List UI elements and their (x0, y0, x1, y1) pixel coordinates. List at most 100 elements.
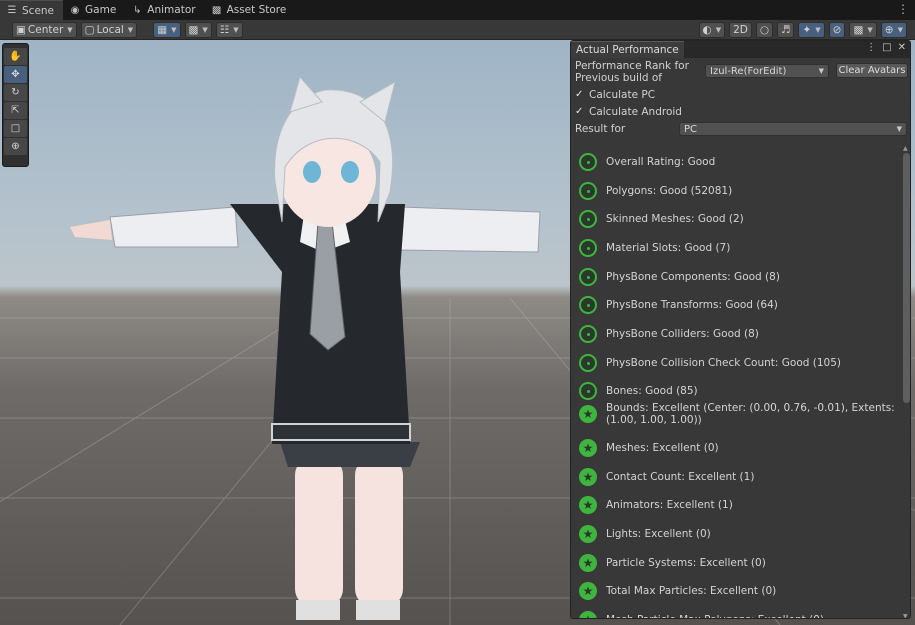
chevron-down-icon: ▼ (715, 26, 722, 34)
effects-icon: ✦ (802, 24, 812, 36)
result-item: ★ Mesh Particle Max Polygons: Excellent (… (579, 611, 899, 618)
close-icon[interactable]: ✕ (898, 42, 906, 53)
rating-good-icon (579, 153, 597, 171)
rating-excellent-star-icon: ★ (579, 582, 597, 600)
result-text: Skinned Meshes: Good (2) (606, 213, 744, 225)
sweater-hem (271, 423, 411, 441)
animator-icon: ↳ (133, 4, 142, 16)
calculate-android-checkbox[interactable]: ✓ Calculate Android (575, 106, 682, 118)
panel-controls: ⋮ □ ✕ (866, 42, 906, 53)
pivot-dropdown[interactable]: ▣ Center ▼ (12, 21, 77, 38)
result-text: PhysBone Colliders: Good (8) (606, 328, 759, 340)
scale-tool-icon[interactable]: ⇱ (4, 102, 27, 119)
grid-snap-button[interactable]: ▦ ▼ (153, 21, 181, 38)
scroll-thumb[interactable] (903, 153, 910, 403)
tab-label: Animator (147, 4, 196, 16)
result-text: Bones: Good (85) (606, 385, 698, 397)
scene-toolbar: ▣ Center ▼ ▢ Local ▼ ▦ ▼ ▩ ▼ ☷ ▼ ◐ ▼ 2D ○… (0, 20, 915, 40)
rating-excellent-star-icon: ★ (579, 611, 597, 618)
result-item: Overall Rating: Good (579, 153, 899, 171)
result-item: ★ Lights: Excellent (0) (579, 525, 899, 543)
result-text: Lights: Excellent (0) (606, 528, 711, 540)
result-item: PhysBone Transforms: Good (64) (579, 296, 899, 314)
transform-tool-icon[interactable]: ⊕ (4, 138, 27, 155)
left-leg (295, 457, 343, 607)
ruler-button[interactable]: ☷ ▼ (215, 21, 243, 38)
rank-label-line1: Performance Rank for (575, 60, 689, 72)
rating-good-icon (579, 296, 597, 314)
chevron-down-icon: ▼ (233, 25, 239, 34)
result-platform-select[interactable]: PC ▼ (679, 122, 907, 136)
result-text: Contact Count: Excellent (1) (606, 471, 755, 483)
tab-game[interactable]: ◉ Game (63, 0, 125, 20)
space-dropdown[interactable]: ▢ Local ▼ (80, 21, 138, 38)
result-item: ★ Meshes: Excellent (0) (579, 439, 899, 457)
grid-snap-icon: ▦ (157, 23, 168, 36)
result-text: Material Slots: Good (7) (606, 242, 731, 254)
result-item: ★ Particle Systems: Excellent (0) (579, 554, 899, 572)
result-item: Polygons: Good (52081) (579, 182, 899, 200)
result-item: Bones: Good (85) (579, 382, 899, 400)
rotate-tool-icon[interactable]: ↻ (4, 84, 27, 101)
snap-icon: ▩ (188, 23, 199, 36)
result-text: PhysBone Collision Check Count: Good (10… (606, 357, 841, 369)
effects-button[interactable]: ✦ ▼ (798, 22, 825, 38)
rating-good-icon (579, 382, 597, 400)
tab-scene[interactable]: ☰ Scene (0, 0, 64, 20)
right-eye (341, 161, 359, 183)
camera-icon: ▩ (853, 24, 864, 36)
lighting-button[interactable]: ○ (755, 22, 774, 38)
result-item: Material Slots: Good (7) (579, 239, 899, 257)
calculate-pc-label: Calculate PC (589, 89, 656, 101)
performance-panel: Actual Performance ⋮ □ ✕ Performance Ran… (570, 40, 911, 619)
camera-button[interactable]: ▩ ▼ (849, 22, 877, 38)
mode-2d-button[interactable]: 2D (729, 22, 752, 38)
results-scrollbar[interactable]: ▲ ▼ (902, 145, 910, 618)
tab-animator[interactable]: ↳ Animator (125, 0, 204, 20)
move-tool-icon[interactable]: ✥ (4, 66, 27, 83)
avatar-model[interactable] (60, 72, 580, 625)
pivot-label: Center (27, 23, 64, 36)
rating-good-icon (579, 210, 597, 228)
result-text: PhysBone Components: Good (8) (606, 271, 780, 283)
scroll-up-icon[interactable]: ▲ (903, 145, 908, 152)
result-item: ★ Bounds: Excellent (Center: (0.00, 0.76,… (579, 402, 899, 426)
chevron-down-icon: ▼ (67, 25, 73, 34)
result-text: Mesh Particle Max Polygons: Excellent (0… (606, 614, 824, 618)
lightbulb-icon: ○ (759, 24, 770, 36)
result-text: Particle Systems: Excellent (0) (606, 557, 766, 569)
more-icon[interactable]: ⋮ (897, 2, 909, 16)
snap-increment-button[interactable]: ▩ ▼ (184, 21, 212, 38)
chevron-down-icon: ▼ (815, 26, 821, 34)
result-platform-value: PC (684, 123, 698, 135)
right-sock (356, 600, 400, 620)
result-text: Bounds: Excellent (Center: (0.00, 0.76, … (606, 402, 895, 426)
chevron-down-icon: ▼ (896, 125, 902, 133)
gizmos-button[interactable]: ⊕ ▼ (880, 22, 907, 38)
result-text: PhysBone Transforms: Good (64) (606, 299, 778, 311)
audio-button[interactable]: ♬ (777, 22, 795, 38)
space-label: Local (96, 23, 124, 36)
pivot-icon: ▣ (16, 23, 26, 36)
hand-tool-icon[interactable]: ✋ (4, 48, 27, 65)
rect-tool-icon[interactable]: □ (4, 120, 27, 137)
calculate-android-label: Calculate Android (589, 106, 682, 118)
result-text: Total Max Particles: Excellent (0) (606, 585, 777, 597)
tab-asset-store[interactable]: ▩ Asset Store (205, 0, 296, 20)
scroll-down-icon[interactable]: ▼ (903, 613, 908, 618)
result-item: ★ Animators: Excellent (1) (579, 496, 899, 514)
maximize-icon[interactable]: □ (882, 42, 891, 53)
rating-excellent-star-icon: ★ (579, 554, 597, 572)
draw-mode-button[interactable]: ◐ ▼ (698, 22, 726, 38)
calculate-pc-checkbox[interactable]: ✓ Calculate PC (575, 89, 655, 101)
chevron-down-icon: ▼ (127, 25, 134, 34)
chevron-down-icon: ▼ (897, 26, 903, 34)
store-icon: ▩ (211, 4, 222, 16)
result-item: PhysBone Collision Check Count: Good (10… (579, 354, 899, 372)
panel-title[interactable]: Actual Performance (571, 41, 684, 58)
result-item: PhysBone Components: Good (8) (579, 268, 899, 286)
clear-avatars-button[interactable]: Clear Avatars (836, 63, 908, 78)
more-icon[interactable]: ⋮ (866, 42, 876, 53)
avatar-select[interactable]: Izul-Re(ForEdit) ▼ (705, 64, 829, 78)
visibility-button[interactable]: ⊘ (828, 22, 846, 38)
